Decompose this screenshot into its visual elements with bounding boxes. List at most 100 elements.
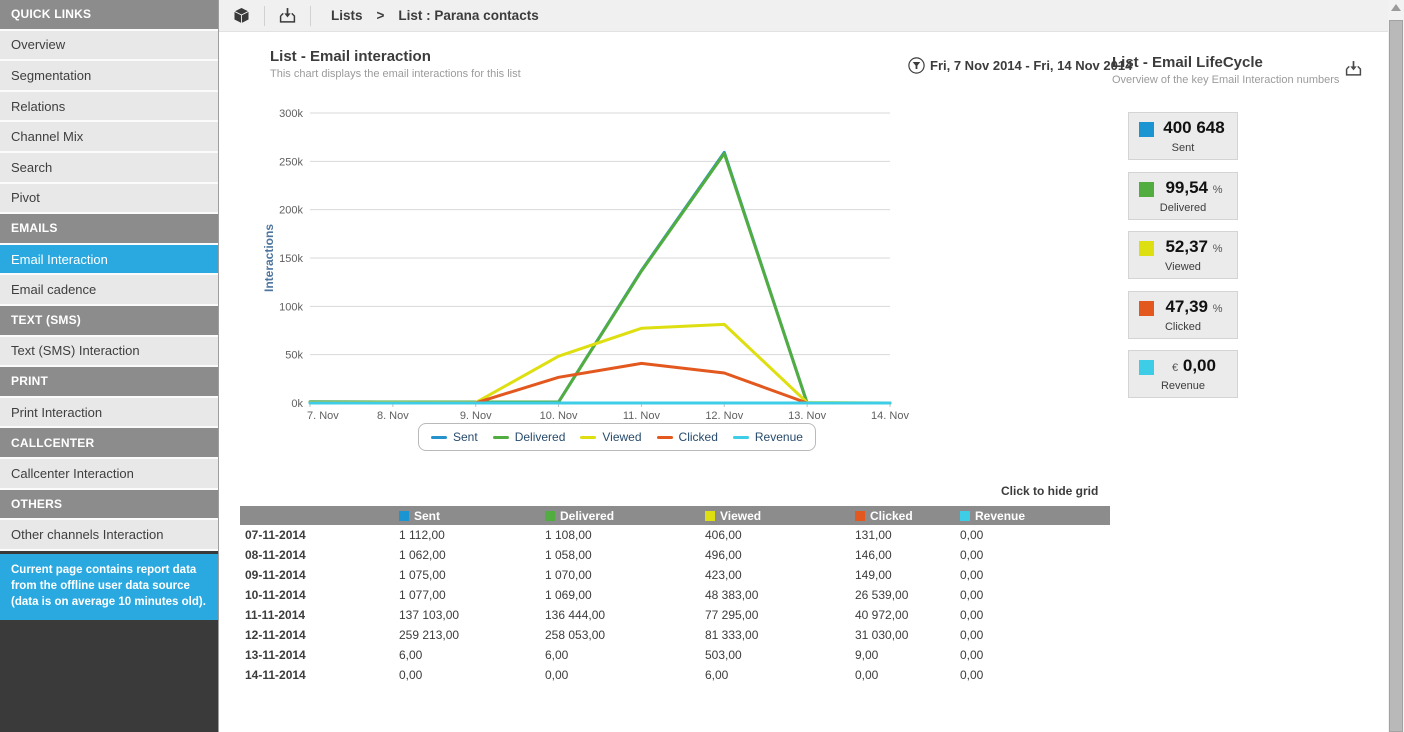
row-value-delivered: 136 444,00 (545, 605, 705, 625)
row-value-revenue: 0,00 (960, 665, 1110, 685)
column-color-swatch (399, 511, 409, 521)
x-tick-label: 9. Nov (460, 410, 492, 422)
y-tick-label: 50k (285, 350, 303, 362)
row-value-revenue: 0,00 (960, 645, 1110, 665)
row-value-clicked: 146,00 (855, 545, 960, 565)
y-tick-label: 100k (279, 301, 303, 313)
sidebar-section-others: OTHERS (0, 490, 218, 521)
row-date: 14-11-2014 (240, 665, 399, 685)
sidebar-item-search[interactable]: Search (0, 153, 218, 184)
x-tick-label: 8. Nov (377, 410, 409, 422)
stat-color-swatch (1139, 241, 1154, 256)
row-value-viewed: 496,00 (705, 545, 855, 565)
sidebar-item-segmentation[interactable]: Segmentation (0, 61, 218, 92)
stat-label: Clicked (1129, 321, 1237, 333)
date-range-text: Fri, 7 Nov 2014 - Fri, 14 Nov 2014 (930, 58, 1132, 73)
legend-item-revenue[interactable]: Revenue (733, 430, 803, 444)
sidebar-item-pivot[interactable]: Pivot (0, 184, 218, 215)
legend-label: Clicked (679, 430, 718, 444)
legend-item-viewed[interactable]: Viewed (580, 430, 641, 444)
breadcrumb-separator: > (377, 8, 385, 23)
table-row: 07-11-20141 112,001 108,00406,00131,000,… (240, 525, 1110, 545)
table-header-delivered: Delivered (545, 506, 705, 525)
sidebar-item-email-cadence[interactable]: Email cadence (0, 275, 218, 306)
sidebar: QUICK LINKSOverviewSegmentationRelations… (0, 0, 219, 732)
interaction-data-table: SentDeliveredViewedClickedRevenue07-11-2… (240, 506, 1110, 685)
row-value-viewed: 503,00 (705, 645, 855, 665)
row-value-sent: 259 213,00 (399, 625, 545, 645)
column-color-swatch (960, 511, 970, 521)
chart-panel-title: List - Email interaction (270, 48, 521, 65)
topbar-separator (264, 6, 265, 26)
table-row: 14-11-20140,000,006,000,000,00 (240, 665, 1110, 685)
stat-color-swatch (1139, 360, 1154, 375)
row-value-viewed: 48 383,00 (705, 585, 855, 605)
column-color-swatch (705, 511, 715, 521)
sidebar-item-channel-mix[interactable]: Channel Mix (0, 122, 218, 153)
stat-label: Revenue (1129, 380, 1237, 392)
sidebar-item-callcenter-interaction[interactable]: Callcenter Interaction (0, 459, 218, 490)
lifecycle-panel-subtitle: Overview of the key Email Interaction nu… (1112, 74, 1342, 86)
row-value-clicked: 26 539,00 (855, 585, 960, 605)
main-content: List - Email interaction This chart disp… (219, 32, 1388, 732)
table-row: 10-11-20141 077,001 069,0048 383,0026 53… (240, 585, 1110, 605)
row-value-sent: 0,00 (399, 665, 545, 685)
stat-label: Viewed (1129, 261, 1237, 273)
row-value-viewed: 77 295,00 (705, 605, 855, 625)
row-value-sent: 1 062,00 (399, 545, 545, 565)
row-value-clicked: 31 030,00 (855, 625, 960, 645)
breadcrumb-lists-link[interactable]: Lists (331, 8, 363, 23)
row-date: 13-11-2014 (240, 645, 399, 665)
legend-label: Delivered (515, 430, 566, 444)
row-date: 12-11-2014 (240, 625, 399, 645)
legend-item-delivered[interactable]: Delivered (493, 430, 566, 444)
sidebar-item-print-interaction[interactable]: Print Interaction (0, 398, 218, 429)
x-tick-label: 14. Nov (871, 410, 909, 422)
sidebar-item-email-interaction[interactable]: Email Interaction (0, 245, 218, 276)
stat-box-delivered: 99,54 %Delivered (1128, 172, 1238, 220)
row-value-viewed: 423,00 (705, 565, 855, 585)
row-value-viewed: 6,00 (705, 665, 855, 685)
breadcrumb-current: List : Parana contacts (398, 8, 538, 23)
stat-value: € 0,00 (1155, 356, 1233, 376)
row-value-delivered: 1 108,00 (545, 525, 705, 545)
row-value-sent: 137 103,00 (399, 605, 545, 625)
legend-swatch (580, 436, 596, 439)
stat-color-swatch (1139, 122, 1154, 137)
stat-value: 99,54 % (1155, 178, 1233, 198)
row-date: 07-11-2014 (240, 525, 399, 545)
stat-color-swatch (1139, 182, 1154, 197)
sidebar-item-relations[interactable]: Relations (0, 92, 218, 123)
scrollbar[interactable] (1388, 0, 1404, 732)
export-download-icon[interactable] (279, 7, 296, 24)
row-date: 11-11-2014 (240, 605, 399, 625)
date-range-filter[interactable]: Fri, 7 Nov 2014 - Fri, 14 Nov 2014 (908, 57, 1132, 74)
chart-panel-subtitle: This chart displays the email interactio… (270, 68, 521, 80)
scrollbar-up-arrow-icon[interactable] (1391, 4, 1401, 11)
hide-grid-link[interactable]: Click to hide grid (1001, 484, 1098, 498)
table-row: 08-11-20141 062,001 058,00496,00146,000,… (240, 545, 1110, 565)
legend-item-clicked[interactable]: Clicked (657, 430, 718, 444)
x-tick-label: 7. Nov (307, 410, 339, 422)
legend-label: Viewed (602, 430, 641, 444)
row-value-clicked: 131,00 (855, 525, 960, 545)
row-value-clicked: 40 972,00 (855, 605, 960, 625)
y-tick-label: 300k (279, 108, 303, 120)
row-value-sent: 1 112,00 (399, 525, 545, 545)
row-value-revenue: 0,00 (960, 585, 1110, 605)
series-line-sent (310, 152, 890, 403)
cube-icon[interactable] (233, 7, 250, 24)
scrollbar-thumb[interactable] (1389, 20, 1403, 732)
sidebar-item-other-channels-interaction[interactable]: Other channels Interaction (0, 520, 218, 551)
x-tick-label: 10. Nov (540, 410, 578, 422)
filter-icon (908, 57, 925, 74)
lifecycle-download-icon[interactable] (1345, 60, 1362, 77)
legend-swatch (657, 436, 673, 439)
table-header-row: SentDeliveredViewedClickedRevenue (240, 506, 1110, 525)
legend-item-sent[interactable]: Sent (431, 430, 478, 444)
sidebar-item-overview[interactable]: Overview (0, 31, 218, 62)
sidebar-item-text-sms-interaction[interactable]: Text (SMS) Interaction (0, 337, 218, 368)
x-tick-label: 11. Nov (623, 410, 661, 422)
stat-value: 47,39 % (1155, 297, 1233, 317)
sidebar-section-text-sms: TEXT (SMS) (0, 306, 218, 337)
